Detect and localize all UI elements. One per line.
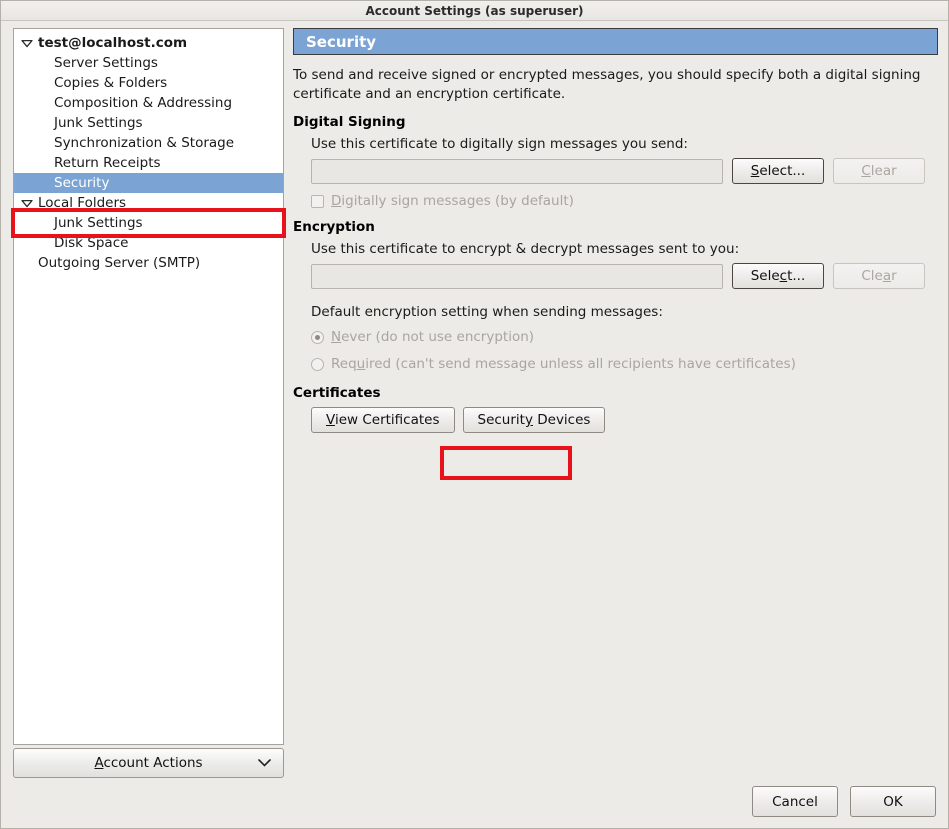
sidebar-item-test-localhost-com[interactable]: test@localhost.com (14, 33, 283, 53)
encryption-cert-label: Use this certificate to encrypt & decryp… (311, 241, 740, 257)
sidebar-item-label: Outgoing Server (SMTP) (38, 255, 201, 271)
digitally-sign-checkbox-label: Digitally sign messages (by default) (331, 193, 574, 209)
sidebar-item-label: Disk Space (54, 235, 129, 251)
sidebar-item-label: Server Settings (54, 55, 158, 71)
sidebar-item-label: test@localhost.com (38, 35, 188, 51)
digital-signing-heading: Digital Signing (293, 114, 406, 130)
sidebar-item-label: Composition & Addressing (54, 95, 233, 111)
encryption-heading: Encryption (293, 219, 375, 235)
encryption-option-required-label: Required (can't send message unless all … (331, 356, 796, 372)
encryption-option-never-label: Never (do not use encryption) (331, 329, 535, 345)
radio-icon-unselected[interactable] (311, 357, 324, 371)
window-title: Account Settings (as superuser) (365, 3, 584, 18)
certificates-heading: Certificates (293, 385, 381, 401)
encryption-select-button[interactable]: Select... (732, 263, 824, 289)
chevron-down-icon (258, 757, 271, 769)
account-actions-label: Account Actions (94, 755, 203, 771)
sidebar-item-security[interactable]: Security (14, 173, 283, 193)
cancel-button[interactable]: Cancel (752, 786, 838, 817)
panel-header: Security (293, 28, 938, 55)
sidebar-item-server-settings[interactable]: Server Settings (14, 53, 283, 73)
encryption-option-required[interactable]: Required (can't send message unless all … (311, 356, 938, 372)
sidebar-item-label: Security (54, 175, 110, 191)
chevron-down-icon[interactable] (20, 196, 34, 210)
account-settings-window: Account Settings (as superuser) test@loc… (0, 0, 949, 829)
account-tree[interactable]: test@localhost.com Server Settings Copies … (13, 28, 284, 745)
chevron-down-icon[interactable] (20, 36, 34, 50)
signing-cert-input[interactable] (311, 158, 723, 184)
digital-signing-group: Use this certificate to digitally sign m… (293, 136, 938, 209)
account-actions-button[interactable]: Account Actions (13, 748, 284, 778)
sidebar-item-return-receipts[interactable]: Return Receipts (14, 153, 283, 173)
sidebar-item-label: Copies & Folders (54, 75, 168, 91)
signing-cert-label: Use this certificate to digitally sign m… (311, 136, 688, 152)
sidebar-item-label: Synchronization & Storage (54, 135, 235, 151)
sidebar-item-label: Local Folders (38, 195, 127, 211)
sidebar-item-junk-settings[interactable]: Junk Settings (14, 213, 283, 233)
ok-button[interactable]: OK (850, 786, 936, 817)
encryption-option-never[interactable]: Never (do not use encryption) (311, 329, 938, 345)
sidebar-item-label: Junk Settings (54, 215, 143, 231)
sidebar-item-label: Junk Settings (54, 115, 143, 131)
digitally-sign-checkbox-row[interactable]: Digitally sign messages (by default) (311, 193, 938, 209)
checkbox-icon[interactable] (311, 194, 324, 208)
sidebar-item-synchronization-storage[interactable]: Synchronization & Storage (14, 133, 283, 153)
sidebar-item-copies-folders[interactable]: Copies & Folders (14, 73, 283, 93)
signing-select-button[interactable]: Select... (732, 158, 824, 184)
sidebar-item-label: Return Receipts (54, 155, 161, 171)
sidebar-item-outgoing-server-smtp[interactable]: Outgoing Server (SMTP) (14, 253, 283, 273)
signing-cert-row: Select... Clear (311, 158, 938, 184)
panel-intro-text: To send and receive signed or encrypted … (293, 67, 921, 102)
signing-clear-button: Clear (833, 158, 925, 184)
encryption-group: Use this certificate to encrypt & decryp… (293, 241, 938, 372)
sidebar: test@localhost.com Server Settings Copies … (13, 28, 284, 745)
dialog-footer: Cancel OK (752, 786, 936, 817)
security-devices-button[interactable]: Security Devices (462, 407, 606, 433)
encryption-clear-button: Clear (833, 263, 925, 289)
sidebar-item-disk-space[interactable]: Disk Space (14, 233, 283, 253)
sidebar-item-composition-addressing[interactable]: Composition & Addressing (14, 93, 283, 113)
view-certificates-button[interactable]: View Certificates (311, 407, 455, 433)
default-encryption-label: Default encryption setting when sending … (311, 304, 663, 320)
window-titlebar: Account Settings (as superuser) (1, 1, 948, 21)
sidebar-item-local-folders[interactable]: Local Folders (14, 193, 283, 213)
certificates-group: View Certificates Security Devices (293, 407, 938, 433)
sidebar-item-junk-settings[interactable]: Junk Settings (14, 113, 283, 133)
security-panel: Security To send and receive signed or e… (293, 28, 938, 758)
panel-title: Security (306, 32, 377, 51)
radio-icon-selected[interactable] (311, 330, 324, 344)
encryption-cert-row: Select... Clear (311, 263, 938, 289)
encryption-cert-input[interactable] (311, 263, 723, 289)
window-content: test@localhost.com Server Settings Copies … (1, 22, 948, 828)
